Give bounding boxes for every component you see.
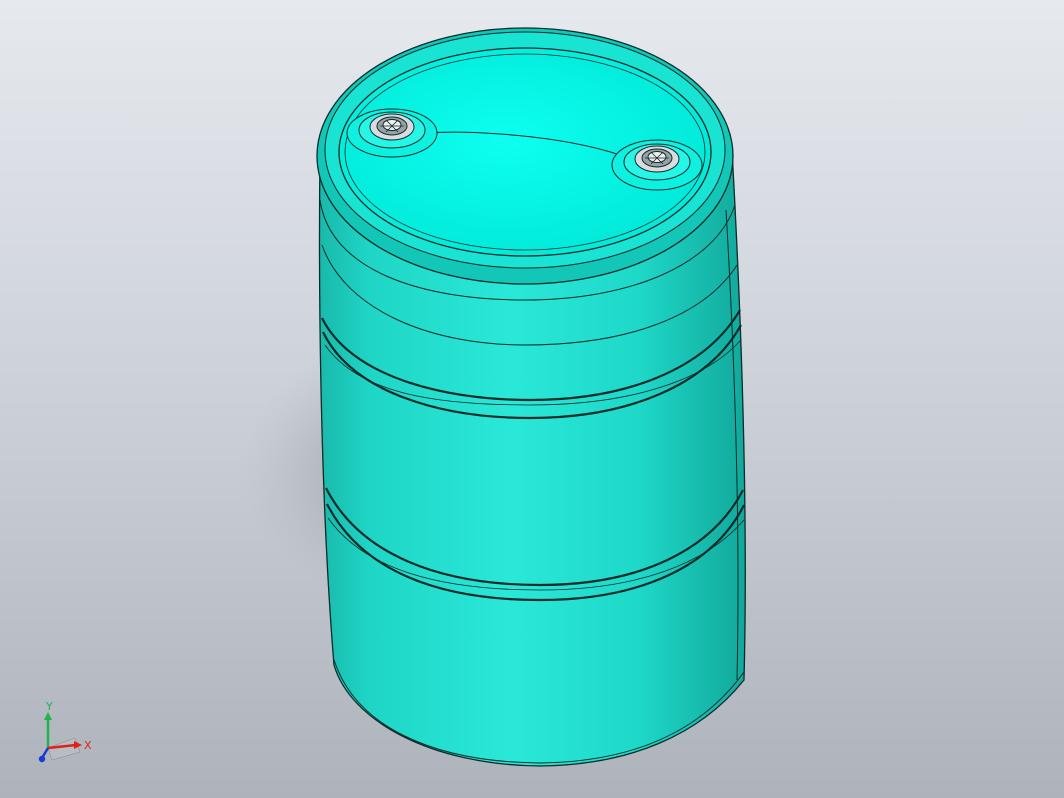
triad-plane-icon xyxy=(47,737,81,761)
reference-triad[interactable]: Y X xyxy=(30,700,100,770)
drum-model[interactable] xyxy=(316,27,746,767)
triad-y-label: Y xyxy=(45,700,53,713)
bung-right[interactable] xyxy=(611,139,703,191)
triad-x-label: X xyxy=(84,739,92,752)
y-axis-arrow-icon xyxy=(44,712,52,720)
bung-left[interactable] xyxy=(346,108,438,158)
z-axis-arrow-icon xyxy=(38,755,46,763)
graphics-viewport[interactable] xyxy=(0,0,1064,798)
